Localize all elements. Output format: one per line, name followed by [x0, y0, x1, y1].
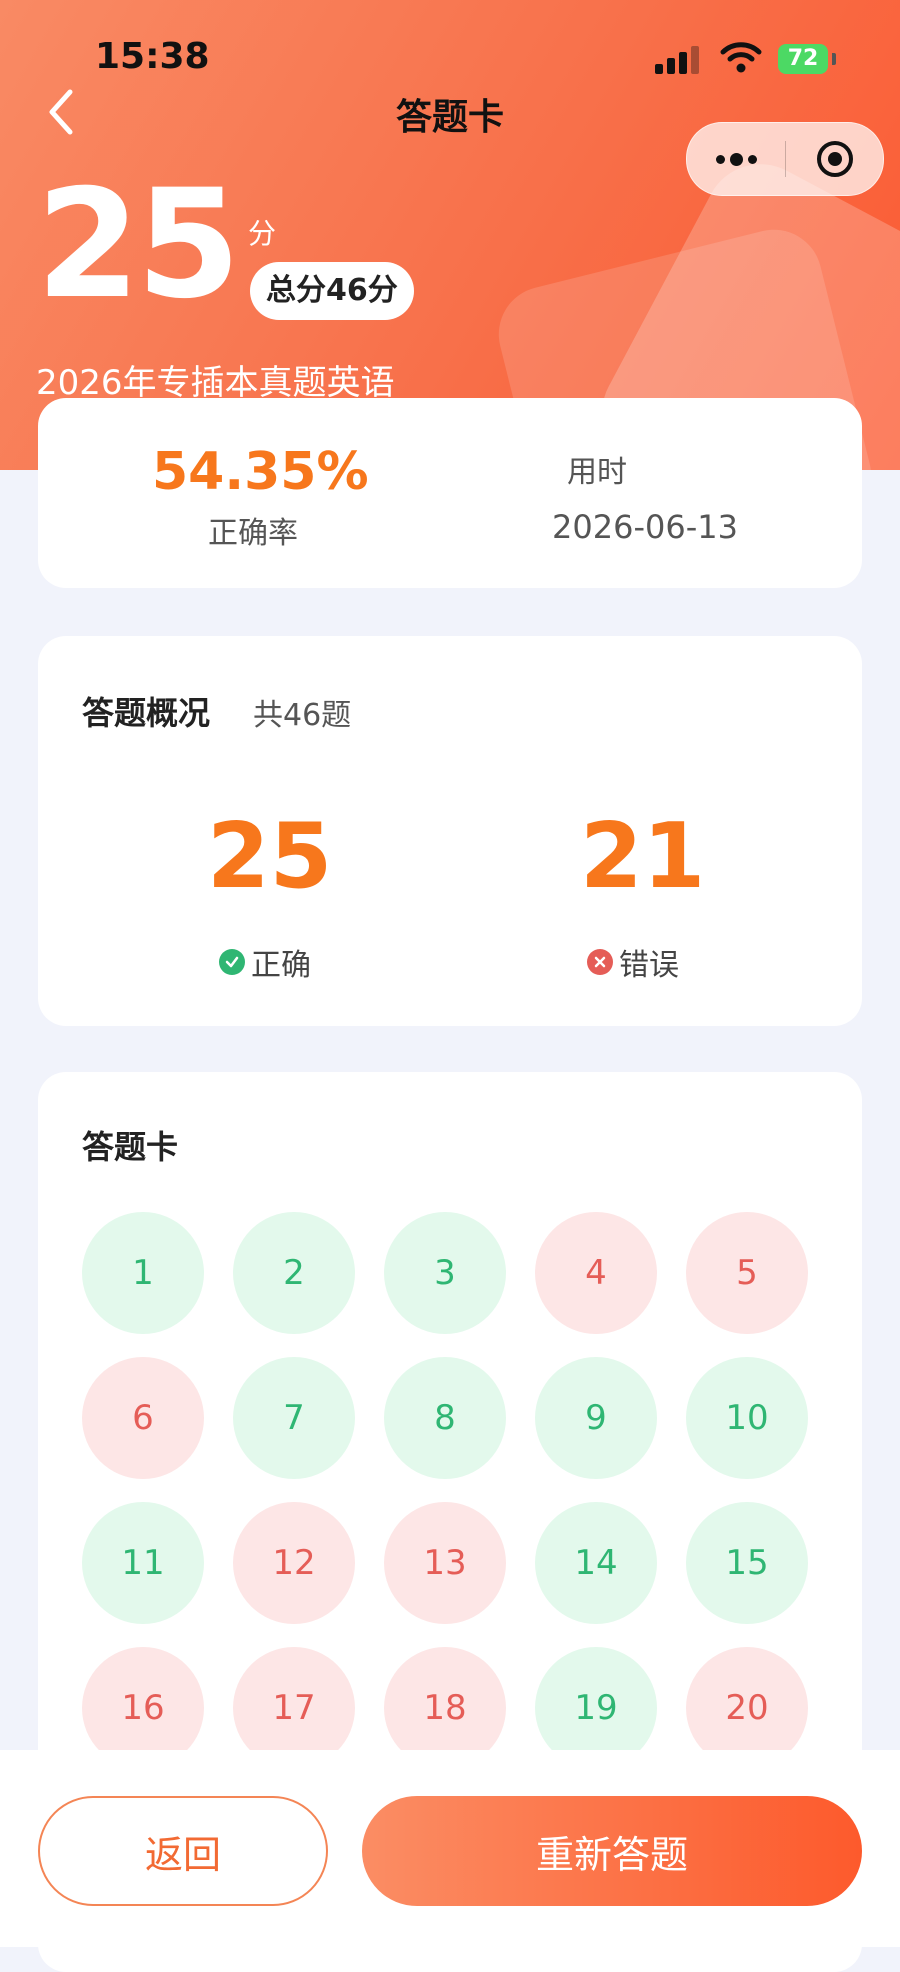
correct-label: 正确	[251, 948, 311, 983]
check-circle-icon	[219, 949, 245, 975]
mini-program-capsule	[686, 122, 884, 196]
question-cell[interactable]: 13	[384, 1502, 506, 1624]
question-cell[interactable]: 8	[384, 1357, 506, 1479]
question-cell[interactable]: 5	[686, 1212, 808, 1334]
status-time: 15:38	[95, 36, 210, 77]
accuracy-value: 54.35%	[152, 442, 369, 502]
accuracy-label: 正确率	[208, 516, 298, 551]
wrong-legend: 错误	[587, 940, 679, 984]
total-questions: 共46题	[253, 698, 352, 733]
correct-legend: 正确	[219, 940, 311, 984]
total-score-badge: 总分46分	[250, 262, 414, 320]
overview-title: 答题概况	[82, 694, 211, 732]
question-cell[interactable]: 9	[535, 1357, 657, 1479]
wrong-label: 错误	[619, 948, 679, 983]
wrong-count: 21	[580, 804, 706, 909]
question-cell[interactable]: 3	[384, 1212, 506, 1334]
question-cell[interactable]: 7	[233, 1357, 355, 1479]
capsule-divider	[785, 141, 786, 177]
cellular-signal-icon	[655, 44, 703, 74]
close-mini-program-icon[interactable]	[815, 139, 855, 179]
answer-card-title: 答题卡	[82, 1128, 179, 1166]
exam-name: 2026年专插本真题英语	[36, 363, 395, 403]
score-unit: 分	[248, 217, 277, 250]
battery-icon: 72	[778, 44, 828, 74]
question-cell[interactable]: 4	[535, 1212, 657, 1334]
battery-tip	[832, 53, 836, 65]
score-value: 25	[36, 158, 241, 332]
question-cell[interactable]: 10	[686, 1357, 808, 1479]
question-cell[interactable]: 15	[686, 1502, 808, 1624]
retry-button[interactable]: 重新答题	[362, 1796, 862, 1906]
question-cell[interactable]: 14	[535, 1502, 657, 1624]
time-used-label: 用时	[567, 455, 627, 490]
question-cell[interactable]: 6	[82, 1357, 204, 1479]
wifi-icon	[720, 42, 762, 73]
question-cell[interactable]: 12	[233, 1502, 355, 1624]
question-cell[interactable]: 2	[233, 1212, 355, 1334]
question-cell[interactable]: 1	[82, 1212, 204, 1334]
back-button[interactable]: 返回	[38, 1796, 328, 1906]
time-used-value: 2026-06-13	[552, 508, 738, 546]
more-button[interactable]	[687, 123, 785, 195]
question-cell[interactable]: 11	[82, 1502, 204, 1624]
x-circle-icon	[587, 949, 613, 975]
battery-level: 72	[787, 46, 819, 71]
correct-count: 25	[207, 804, 333, 909]
